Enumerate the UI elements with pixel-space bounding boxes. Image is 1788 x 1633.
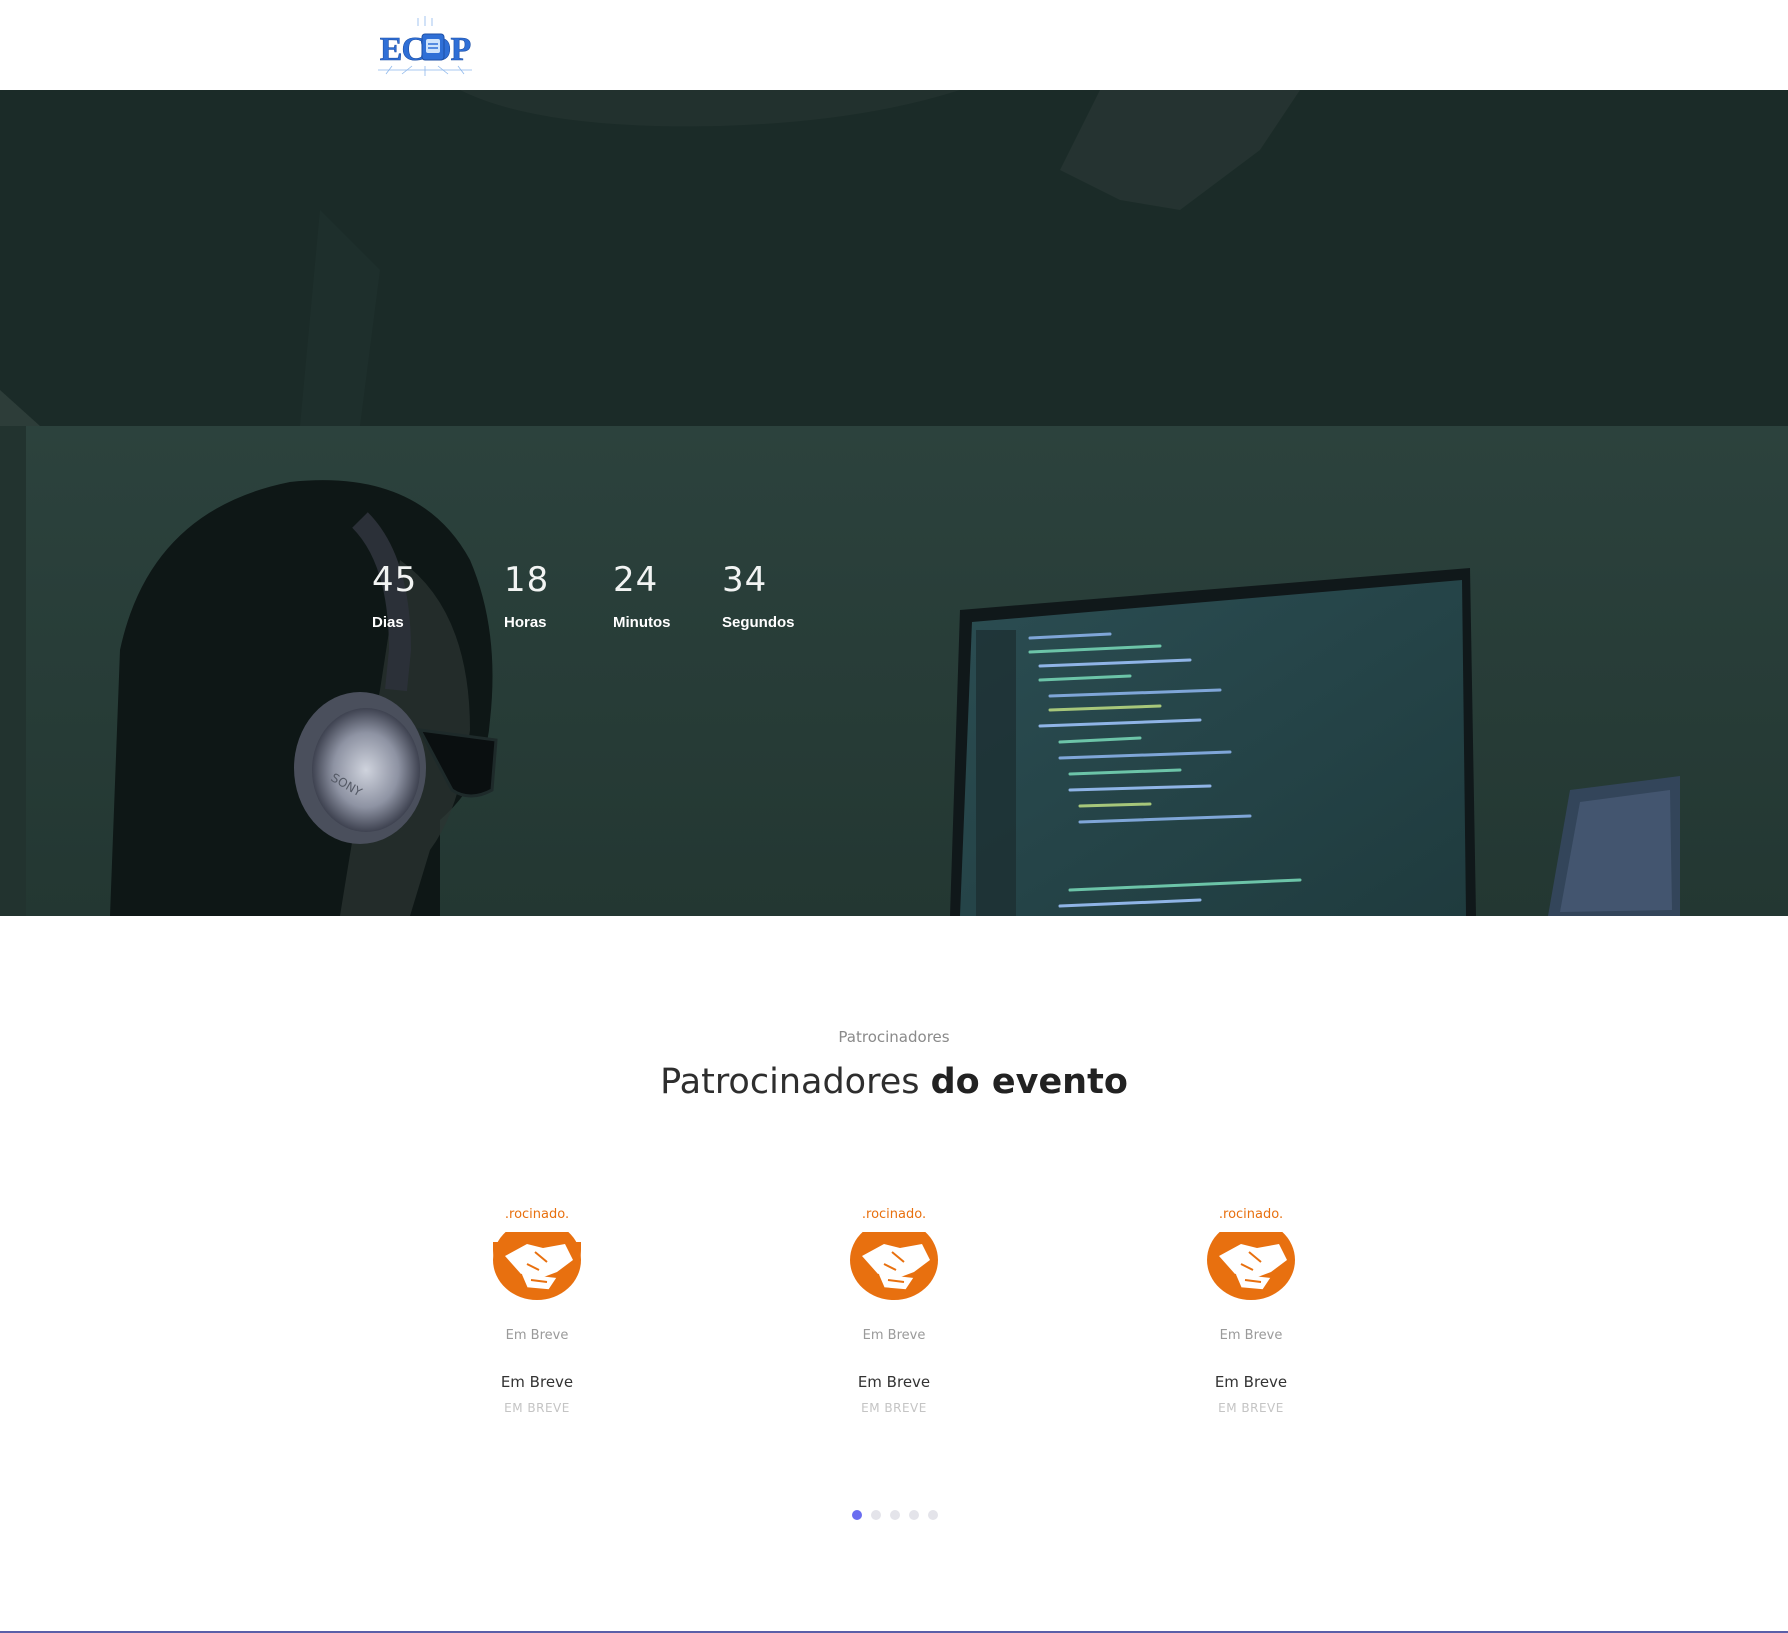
countdown-hours-value: 18 [504,560,550,600]
hero-background-coder-image: SONY [0,90,1788,916]
sponsor-name: Em Breve [857,1373,931,1391]
carousel-dot-2[interactable] [871,1510,881,1520]
countdown-seconds: 34 Segundos [722,560,795,631]
countdown-hours-label: Horas [504,614,547,631]
handshake-icon: .rocinado. [844,1207,944,1300]
sponsor-card[interactable]: .rocinado. Em Breve Em Breve EM BREVE [417,1204,657,1415]
section-title-regular: Patrocinadores [660,1062,920,1102]
sponsor-name: Em Breve [500,1373,574,1391]
countdown-days-value: 45 [372,560,418,600]
ecop-logo[interactable]: ECOP [372,14,478,78]
countdown-seconds-label: Segundos [722,614,795,631]
carousel-dot-3[interactable] [890,1510,900,1520]
sponsor-role: EM BREVE [1218,1401,1284,1415]
carousel-dot-1[interactable] [852,1510,862,1520]
countdown-minutes: 24 Minutos [613,560,671,631]
top-navbar: ECOP [0,0,1788,90]
hero-banner: SONY 45 Dias 18 Horas 24 Minutos 34 Segu… [0,90,1788,916]
countdown-seconds-value: 34 [722,560,768,600]
sponsors-section: Patrocinadores Patrocinadores do evento … [0,916,1788,1633]
sponsor-card[interactable]: .rocinado. Em Breve Em Breve EM BREVE [774,1204,1014,1415]
sponsor-caption: Em Breve [862,1328,926,1343]
handshake-icon: .rocinado. [487,1207,587,1300]
section-title: Patrocinadores do evento [0,1062,1788,1102]
carousel-dot-5[interactable] [928,1510,938,1520]
sponsor-card[interactable]: .rocinado. Em Breve Em Breve EM BREVE [1131,1204,1371,1415]
sponsor-role: EM BREVE [504,1401,570,1415]
countdown-minutes-value: 24 [613,560,659,600]
carousel-dot-4[interactable] [909,1510,919,1520]
sponsor-name: Em Breve [1214,1373,1288,1391]
handshake-icon: .rocinado. [1201,1207,1301,1300]
countdown-hours: 18 Horas [504,560,549,631]
countdown-days: 45 Dias [372,560,417,631]
countdown-days-label: Dias [372,614,404,631]
sponsor-role: EM BREVE [861,1401,927,1415]
section-eyebrow: Patrocinadores [838,1028,950,1046]
sponsor-caption: Em Breve [505,1328,569,1343]
section-title-bold: do evento [930,1062,1128,1102]
countdown-minutes-label: Minutos [613,614,671,631]
sponsor-caption: Em Breve [1219,1328,1283,1343]
